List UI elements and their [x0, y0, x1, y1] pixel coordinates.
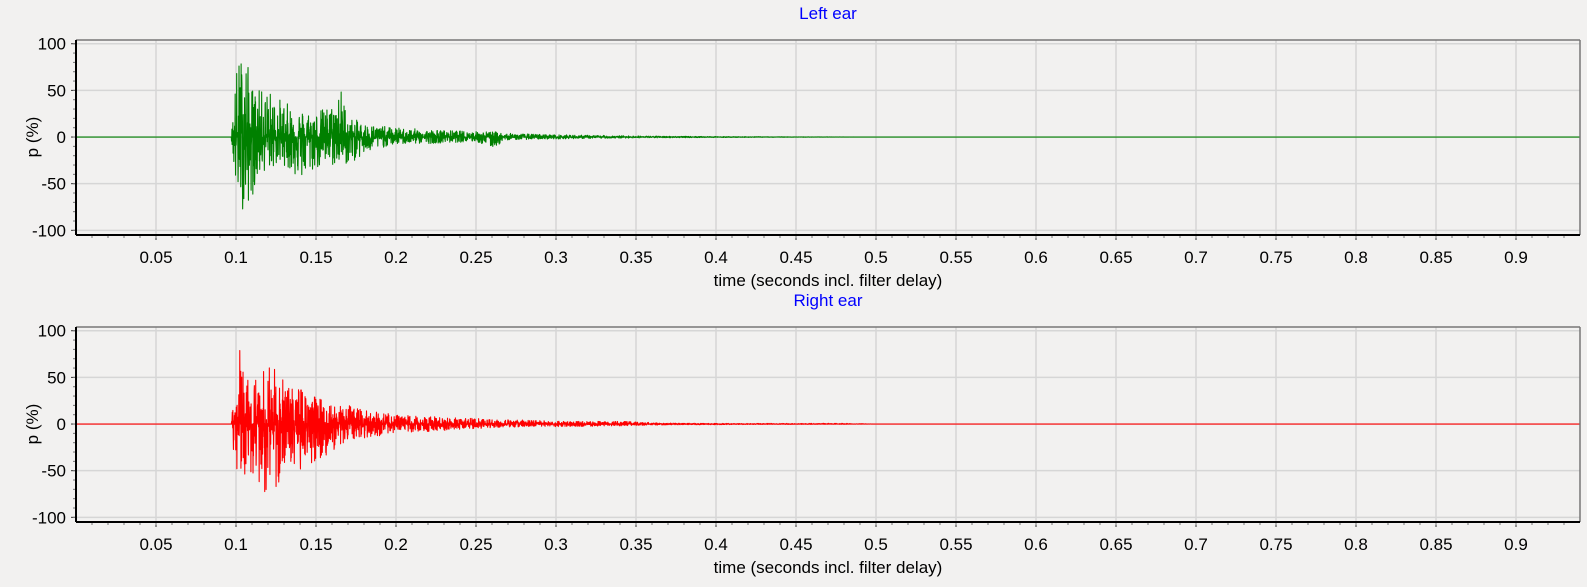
- x-tick-label: 0.8: [1344, 535, 1368, 554]
- x-tick-label: 0.5: [864, 248, 888, 267]
- x-tick-label: 0.15: [299, 248, 332, 267]
- y-axis-label: p (%): [23, 117, 42, 158]
- y-tick-label: -100: [32, 508, 66, 527]
- x-tick-label: 0.65: [1099, 248, 1132, 267]
- x-axis-label: time (seconds incl. filter delay): [714, 271, 943, 290]
- chart-panel-right-ear: Right ear 0.05 0.1 0.15 0.2 0.25 0.3 0.35 0.4 0.4…: [23, 291, 1581, 577]
- x-tick-label: 0.7: [1184, 535, 1208, 554]
- x-tick-label: 0.55: [939, 535, 972, 554]
- x-tick-label: 0.45: [779, 248, 812, 267]
- x-tick-label: 0.4: [704, 535, 728, 554]
- x-tick-label: 0.65: [1099, 535, 1132, 554]
- x-tick-label: 0.1: [224, 535, 248, 554]
- y-tick-label: 0: [57, 128, 66, 147]
- x-axis-label: time (seconds incl. filter delay): [714, 558, 943, 577]
- y-axis-label: p (%): [23, 404, 42, 445]
- x-tick-label: 0.45: [779, 535, 812, 554]
- x-tick-label: 0.4: [704, 248, 728, 267]
- x-tick-label: 0.1: [224, 248, 248, 267]
- y-tick-label: -100: [32, 221, 66, 240]
- x-tick-label: 0.2: [384, 535, 408, 554]
- x-tick-label: 0.05: [139, 248, 172, 267]
- x-tick-label: 0.55: [939, 248, 972, 267]
- chart-figure: Left ear0.05 0.1 0.15 0.2 0.25 0.3 0.35 0.4 0.45…: [23, 4, 1581, 577]
- x-tick-label: 0.05: [139, 535, 172, 554]
- x-tick-label: 0.15: [299, 535, 332, 554]
- y-tick-label: 100: [38, 322, 66, 341]
- y-tick-label: -50: [41, 175, 66, 194]
- x-tick-label: 0.25: [459, 248, 492, 267]
- chart-panel-left-ear: Left ear 0.05 0.1 0.15 0.2 0.25 0.3 0.35 0.4 0.45…: [23, 4, 1581, 290]
- x-tick-label: 0.3: [544, 535, 568, 554]
- y-tick-label: -50: [41, 462, 66, 481]
- y-tick-label: 50: [47, 81, 66, 100]
- x-tick-label: 0.9: [1504, 248, 1528, 267]
- y-tick-label: 50: [47, 368, 66, 387]
- x-tick-label: 0.75: [1259, 535, 1292, 554]
- x-tick-label: 0.85: [1419, 535, 1452, 554]
- x-tick-label: 0.2: [384, 248, 408, 267]
- x-tick-label: 0.85: [1419, 248, 1452, 267]
- x-tick-label: 0.6: [1024, 248, 1048, 267]
- x-tick-label: 0.35: [619, 248, 652, 267]
- x-tick-label: 0.75: [1259, 248, 1292, 267]
- x-tick-label: 0.3: [544, 248, 568, 267]
- y-tick-label: 0: [57, 415, 66, 434]
- x-tick-label: 0.5: [864, 535, 888, 554]
- x-tick-label: 0.25: [459, 535, 492, 554]
- chart-title: Right ear: [794, 291, 863, 310]
- x-tick-label: 0.6: [1024, 535, 1048, 554]
- x-tick-label: 0.7: [1184, 248, 1208, 267]
- chart-title: Left ear: [799, 4, 857, 23]
- x-tick-label: 0.35: [619, 535, 652, 554]
- x-tick-label: 0.9: [1504, 535, 1528, 554]
- y-tick-label: 100: [38, 35, 66, 54]
- x-tick-label: 0.8: [1344, 248, 1368, 267]
